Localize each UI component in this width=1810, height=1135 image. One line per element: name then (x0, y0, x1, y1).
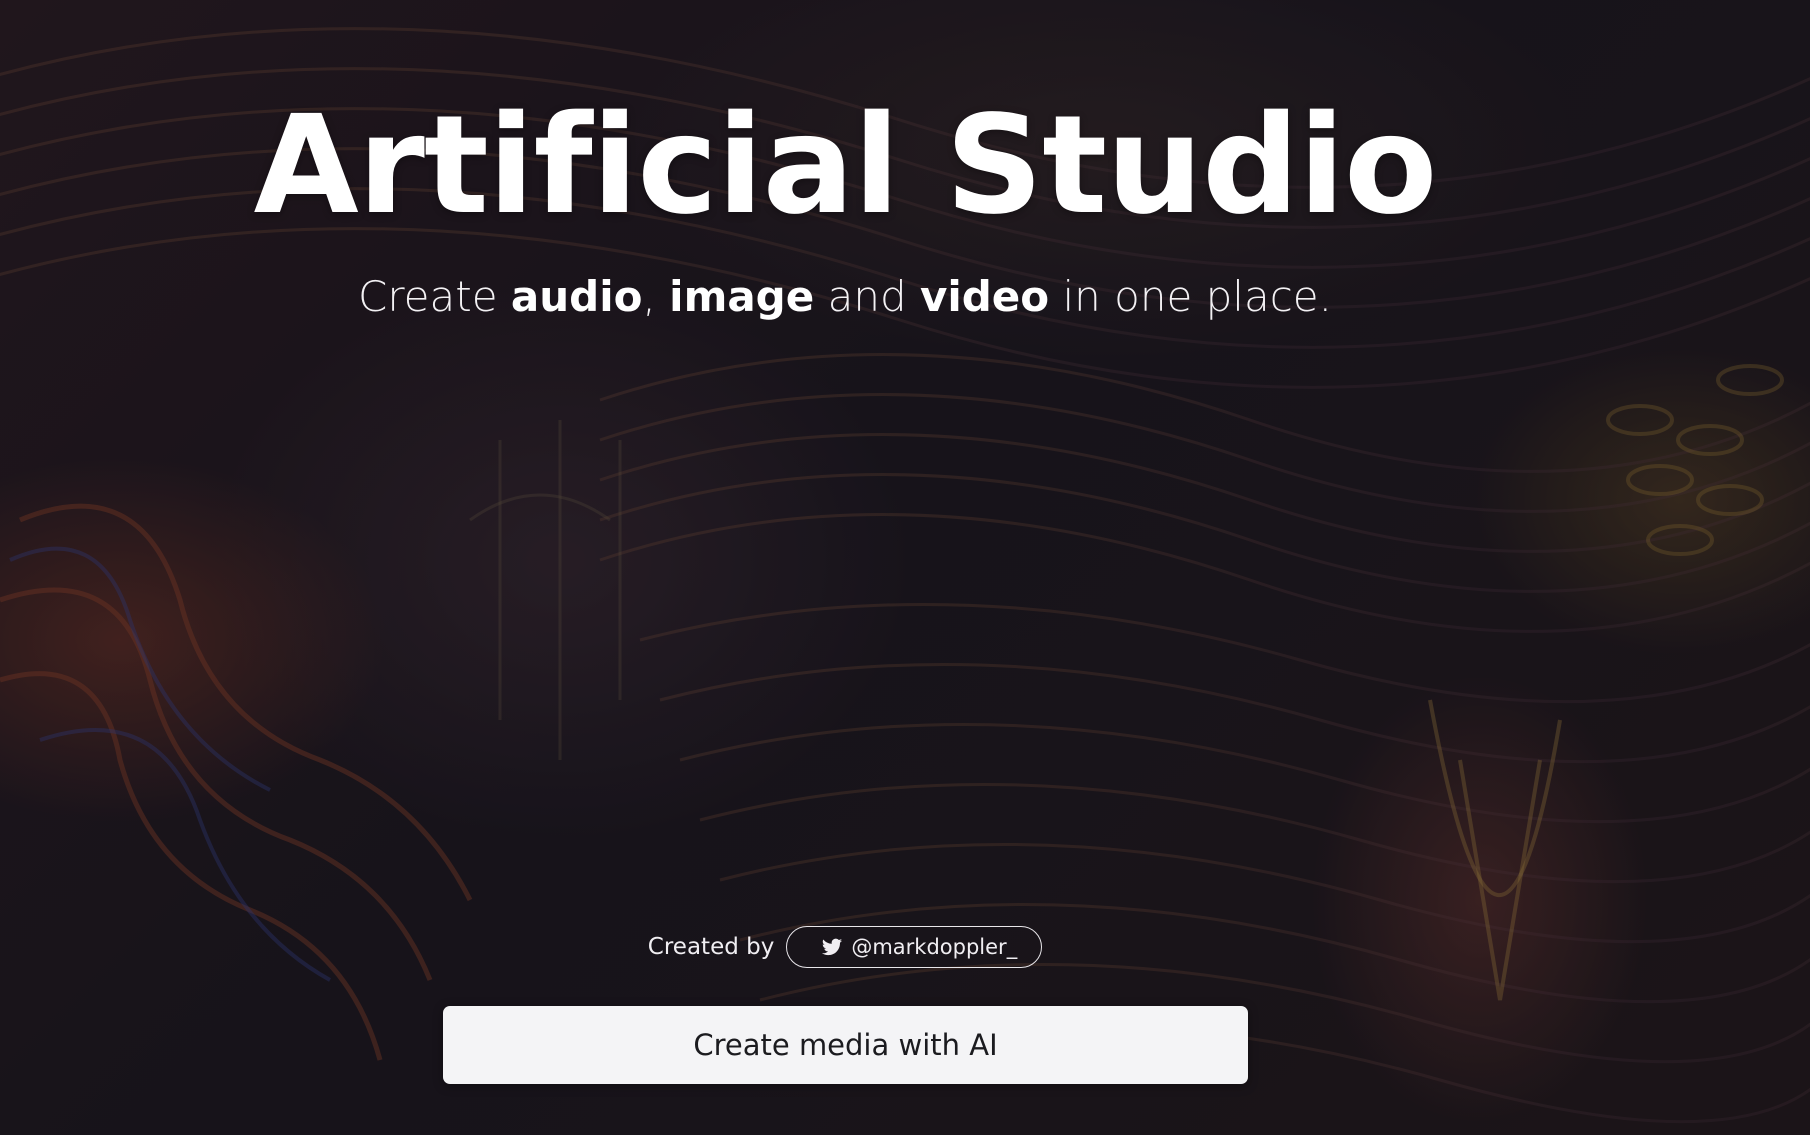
subtitle-image: image (669, 272, 815, 321)
subtitle-audio: audio (510, 272, 643, 321)
create-media-button[interactable]: Create media with AI (443, 1006, 1248, 1084)
subtitle-suffix: in one place. (1049, 272, 1332, 321)
subtitle-video: video (919, 272, 1050, 321)
twitter-icon (822, 938, 843, 956)
credit-row: Created by @markdoppler_ (0, 926, 1690, 968)
twitter-profile-link[interactable]: @markdoppler_ (786, 926, 1043, 968)
subtitle-separator-2: and (814, 272, 920, 321)
hero-subtitle: Create audio, image and video in one pla… (0, 272, 1690, 321)
hero-title: Artificial Studio (253, 87, 1438, 245)
twitter-handle: @markdoppler_ (851, 935, 1018, 959)
credit-label: Created by (647, 934, 775, 960)
subtitle-separator-1: , (642, 272, 670, 321)
landing-page: Artificial Studio Create audio, image an… (0, 0, 1810, 1135)
subtitle-prefix: Create (358, 272, 511, 321)
